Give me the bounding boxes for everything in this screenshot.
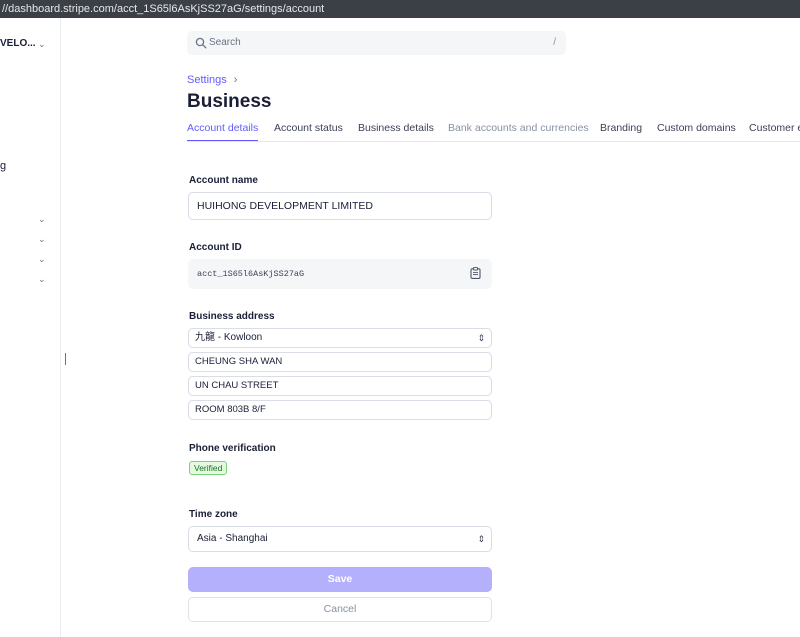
browser-url-bar[interactable]: //dashboard.stripe.com/acct_1S65l6AsKjSS… — [0, 0, 800, 18]
account-name-input[interactable]: HUIHONG DEVELOPMENT LIMITED — [188, 192, 492, 220]
time-zone-select[interactable]: Asia - Shanghai ⇕ — [188, 526, 492, 552]
search-shortcut-hint: / — [553, 37, 556, 48]
account-name-label: Account name — [189, 175, 258, 186]
business-address-label: Business address — [189, 311, 275, 322]
tab-business-details[interactable]: Business details — [358, 122, 434, 141]
account-switcher[interactable]: VELO... — [0, 38, 36, 49]
page-title: Business — [187, 91, 272, 112]
sidebar: VELO... ⌄ g ⌄ ⌄ ⌄ ⌄ — [0, 18, 61, 637]
chevron-updown-icon: ⇕ — [477, 333, 485, 343]
search-icon — [195, 37, 207, 49]
tab-customer-emails[interactable]: Customer e — [749, 122, 800, 141]
address-region-select[interactable]: 九龍 - Kowloon ⇕ — [188, 328, 492, 348]
chevron-down-icon[interactable]: ⌄ — [38, 39, 46, 50]
tab-custom-domains[interactable]: Custom domains — [657, 122, 736, 141]
time-zone-label: Time zone — [189, 509, 238, 520]
search-placeholder: Search — [209, 37, 241, 48]
address-line2-input[interactable]: UN CHAU STREET — [188, 376, 492, 396]
search-input[interactable]: Search / — [187, 31, 566, 55]
address-line1-input[interactable]: CHEUNG SHA WAN — [188, 352, 492, 372]
chevron-updown-icon: ⇕ — [477, 534, 485, 544]
phone-verification-label: Phone verification — [189, 443, 276, 454]
chevron-down-icon[interactable]: ⌄ — [38, 214, 46, 225]
verified-badge: Verified — [189, 461, 228, 475]
clipboard-icon[interactable] — [470, 267, 481, 279]
chevron-down-icon[interactable]: ⌄ — [38, 274, 46, 285]
cancel-button[interactable]: Cancel — [188, 597, 492, 622]
tab-branding[interactable]: Branding — [600, 122, 642, 141]
tab-account-details[interactable]: Account details — [187, 122, 259, 141]
chevron-down-icon[interactable]: ⌄ — [38, 254, 46, 265]
address-region-value: 九龍 - Kowloon — [195, 332, 263, 343]
time-zone-value: Asia - Shanghai — [197, 533, 268, 544]
account-id-value: acct_1S65l6AsKjSS27aG — [197, 269, 305, 279]
account-id-label: Account ID — [189, 242, 242, 253]
tab-bank-accounts[interactable]: Bank accounts and currencies — [448, 122, 589, 141]
breadcrumb-separator-icon: › — [233, 74, 238, 86]
breadcrumb-settings-link[interactable]: Settings — [187, 74, 227, 86]
account-id-box: acct_1S65l6AsKjSS27aG — [188, 259, 492, 289]
save-button[interactable]: Save — [188, 567, 492, 592]
tab-account-status[interactable]: Account status — [274, 122, 343, 141]
settings-tabs: Account details Account status Business … — [187, 120, 800, 142]
resize-handle[interactable] — [65, 353, 66, 365]
address-line3-input[interactable]: ROOM 803B 8/F — [188, 400, 492, 420]
breadcrumb: Settings › — [187, 74, 237, 86]
sidebar-item-fragment[interactable]: g — [0, 160, 6, 172]
chevron-down-icon[interactable]: ⌄ — [38, 234, 46, 245]
